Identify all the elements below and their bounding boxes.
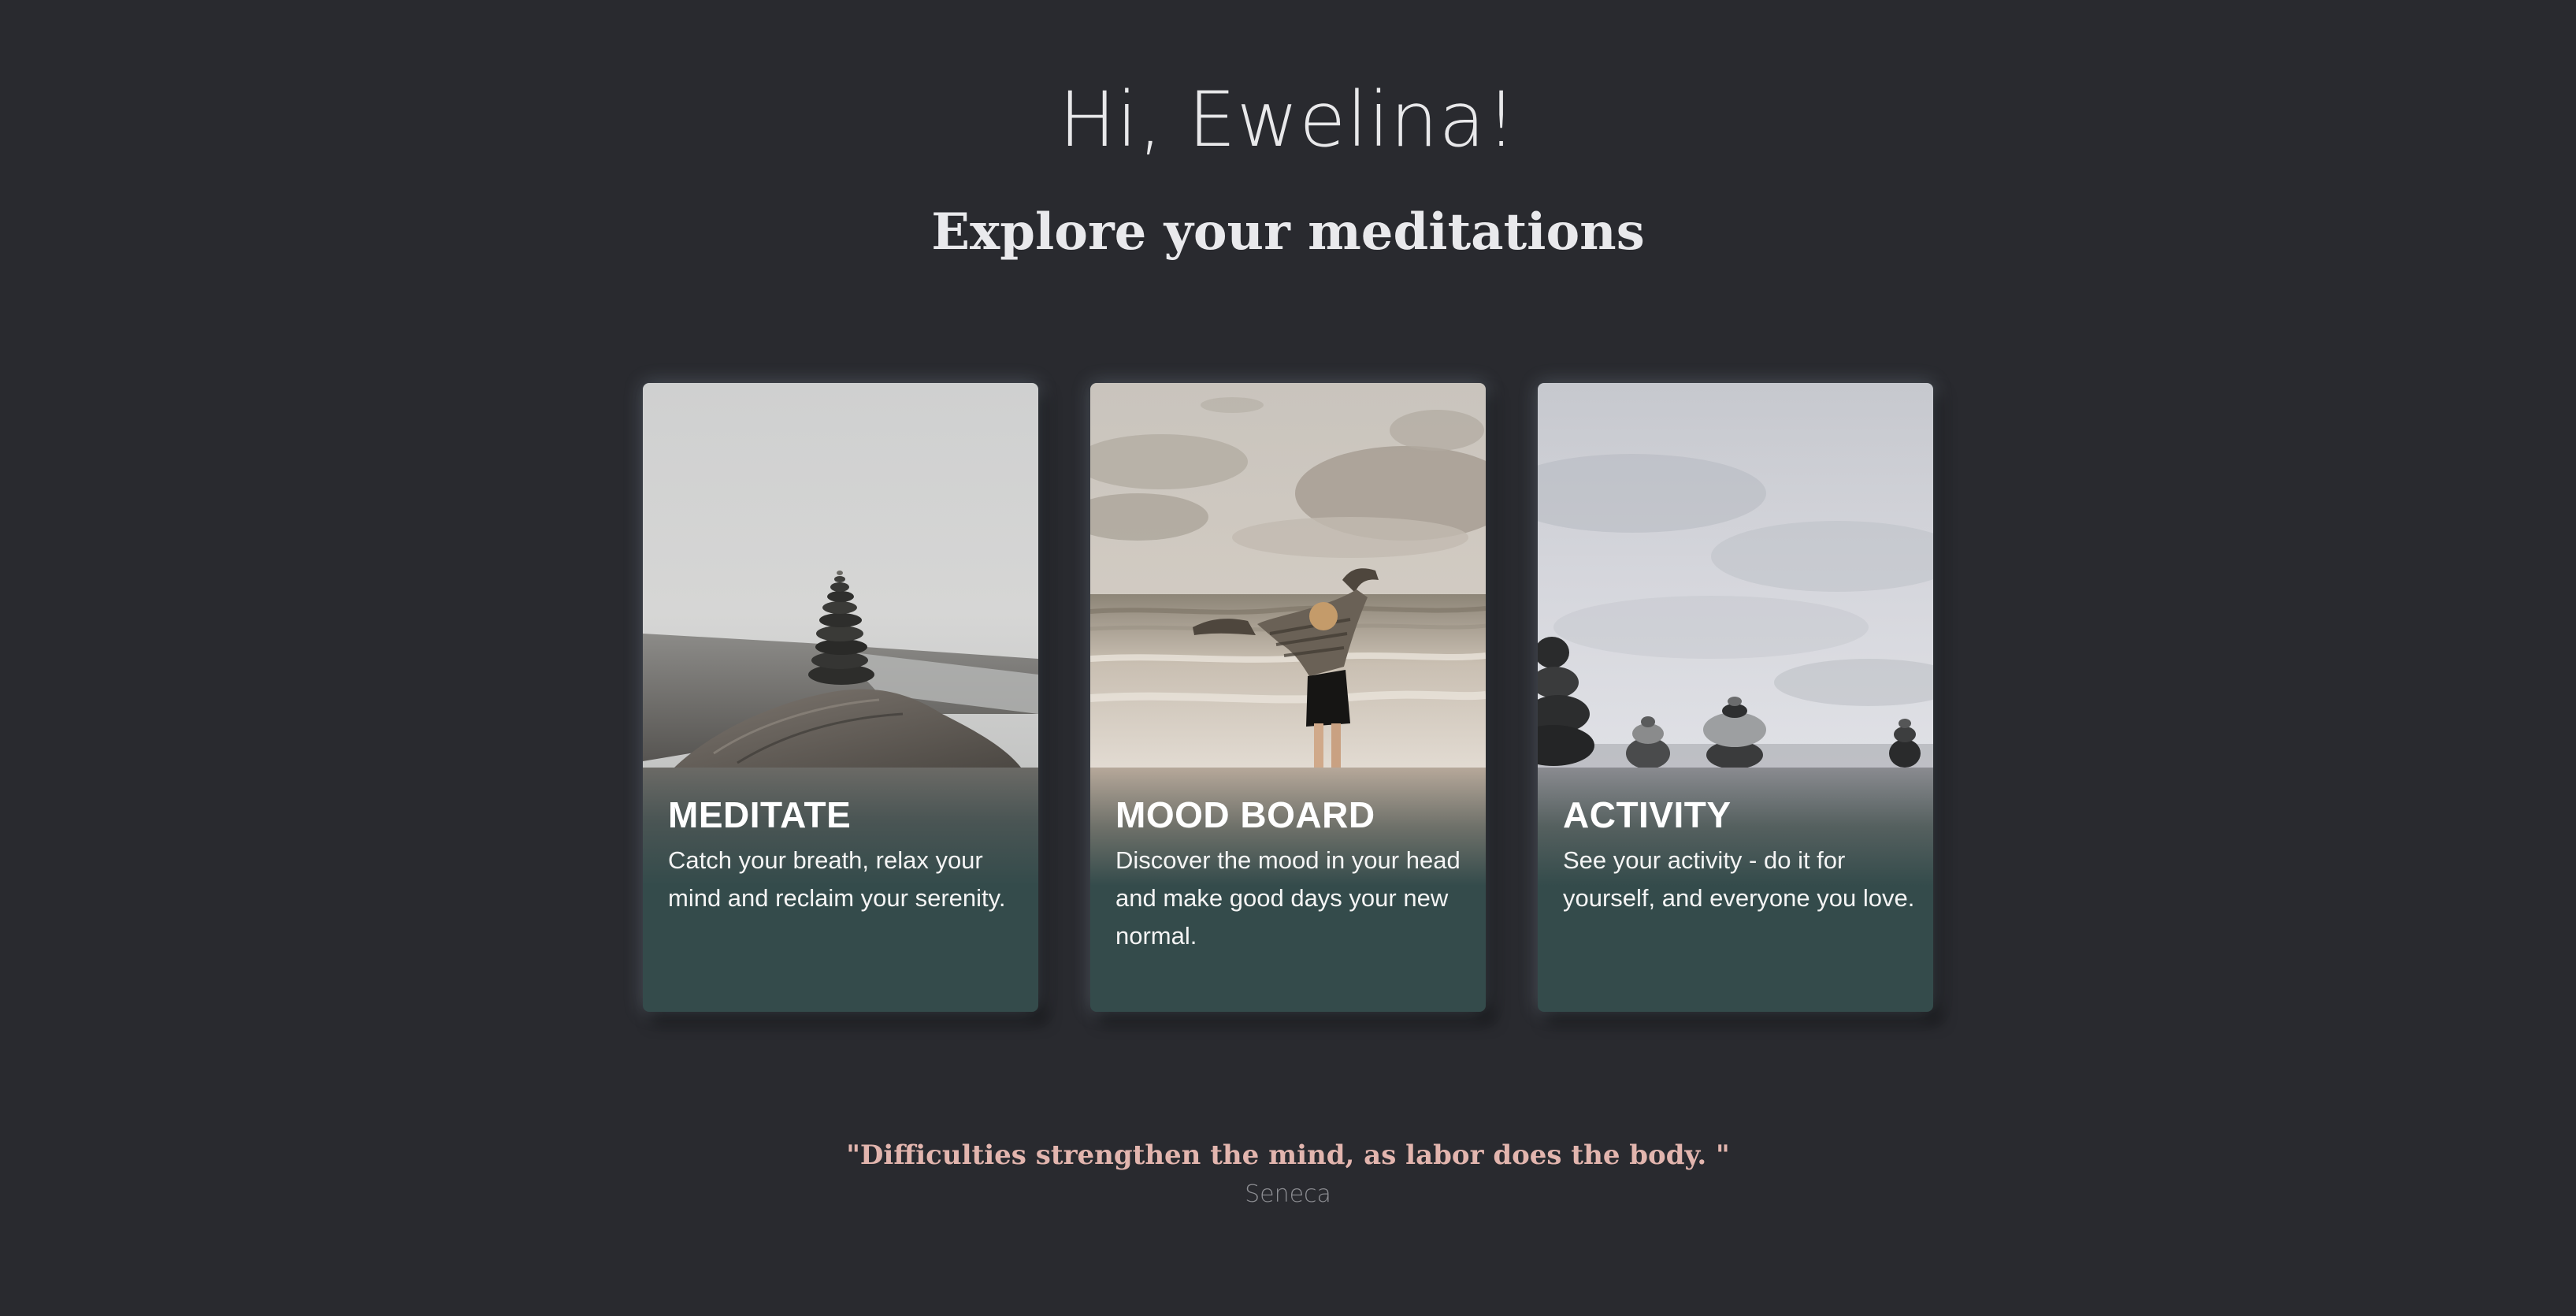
card-description: See your activity - do it for yourself, … [1563,846,1915,912]
card-activity[interactable]: ACTIVITY See your activity - do it for y… [1538,383,1933,1012]
card-image-activity [1538,383,1933,768]
quote-author: Seneca [1245,1180,1331,1208]
card-image-meditate [643,383,1038,768]
meditation-cards: MEDITATE Catch your breath, relax your m… [643,383,1933,1012]
greeting-heading: Hi, Ewelina! [1059,76,1517,164]
card-meditate[interactable]: MEDITATE Catch your breath, relax your m… [643,383,1038,1012]
quote-text: "Difficulties strengthen the mind, as la… [846,1139,1730,1171]
card-title: ACTIVITY [1563,794,1732,835]
card-description: Catch your breath, relax your mind and r… [668,846,1006,912]
page-subtitle: Explore your meditations [931,203,1645,262]
card-description: Discover the mood in your head and make … [1115,846,1461,950]
card-mood-board[interactable]: MOOD BOARD Discover the mood in your hea… [1090,383,1486,1012]
card-image-mood-board [1090,383,1486,768]
card-title: MOOD BOARD [1115,794,1375,835]
card-title: MEDITATE [668,794,852,835]
